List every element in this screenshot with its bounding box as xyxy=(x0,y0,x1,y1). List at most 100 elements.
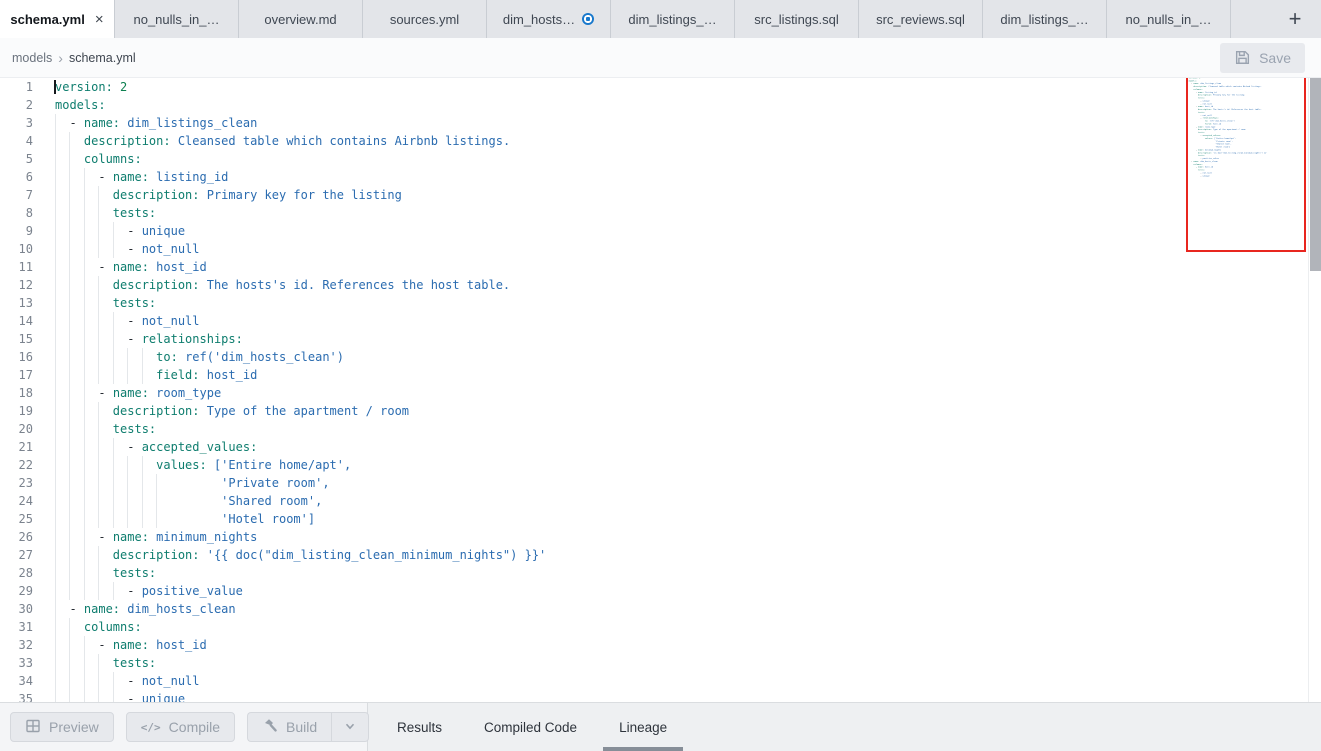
code-line[interactable]: 35 - unique xyxy=(0,690,1321,702)
line-number: 21 xyxy=(0,438,33,456)
file-tab-bar: schema.yml × no_nulls_in_… overview.md sourc… xyxy=(0,0,1321,38)
tab-label: dim_listings_… xyxy=(1000,12,1088,27)
code-editor[interactable]: 1version: 22models:3 - name: dim_listing… xyxy=(0,78,1321,702)
new-tab-button[interactable]: + xyxy=(1269,0,1321,38)
minimap-content: 1version: 22models:3 - name: dim_listing… xyxy=(1188,78,1306,177)
code-line[interactable]: 28 tests: xyxy=(0,564,1321,582)
close-icon[interactable]: × xyxy=(95,12,104,27)
code-line[interactable]: 29 - positive_value xyxy=(0,582,1321,600)
tab-results[interactable]: Results xyxy=(397,703,442,751)
code-line[interactable]: 7 description: Primary key for the listi… xyxy=(0,186,1321,204)
code-line[interactable]: 14 - not_null xyxy=(0,312,1321,330)
tab-dim-listings[interactable]: dim_listings_… xyxy=(611,0,735,38)
tab-dim-hosts[interactable]: dim_hosts… xyxy=(487,0,611,38)
compile-button[interactable]: </> Compile xyxy=(126,712,235,742)
dbt-ide-window: schema.yml × no_nulls_in_… overview.md sourc… xyxy=(0,0,1321,751)
code-line[interactable]: 23 'Private room', xyxy=(0,474,1321,492)
code-line[interactable]: 2models: xyxy=(0,96,1321,114)
tab-label: overview.md xyxy=(264,12,336,27)
code-line[interactable]: 18 - name: room_type xyxy=(0,384,1321,402)
code-line[interactable]: 34 - not_null xyxy=(0,672,1321,690)
tab-schema-yml[interactable]: schema.yml × xyxy=(0,0,115,38)
tab-src-listings-sql[interactable]: src_listings.sql xyxy=(735,0,859,38)
code-line[interactable]: 13 tests: xyxy=(0,294,1321,312)
code-line[interactable]: 8 tests: xyxy=(0,204,1321,222)
code-line[interactable]: 33 tests: xyxy=(0,654,1321,672)
tab-label: no_nulls_in_… xyxy=(133,12,219,27)
code-line[interactable]: 24 'Shared room', xyxy=(0,492,1321,510)
modified-dot-icon xyxy=(582,13,594,25)
code-lines: 1version: 22models:3 - name: dim_listing… xyxy=(0,78,1321,702)
build-dropdown-button[interactable] xyxy=(331,712,369,742)
result-panel-tabs: Results Compiled Code Lineage xyxy=(397,703,667,751)
floppy-disk-icon xyxy=(1234,49,1251,66)
breadcrumb-item-models[interactable]: models xyxy=(12,51,52,65)
plus-icon: + xyxy=(1289,6,1302,32)
tab-compiled-code[interactable]: Compiled Code xyxy=(484,703,577,751)
tab-no-nulls-in[interactable]: no_nulls_in_… xyxy=(115,0,239,38)
line-number: 8 xyxy=(0,204,33,222)
line-number: 20 xyxy=(0,420,33,438)
preview-button[interactable]: Preview xyxy=(10,712,114,742)
code-line[interactable]: 27 description: '{{ doc("dim_listing_cle… xyxy=(0,546,1321,564)
code-line[interactable]: 17 field: host_id xyxy=(0,366,1321,384)
code-line[interactable]: 9 - unique xyxy=(0,222,1321,240)
code-line[interactable]: 22 values: ['Entire home/apt', xyxy=(0,456,1321,474)
line-number: 13 xyxy=(0,294,33,312)
code-line[interactable]: 30 - name: dim_hosts_clean xyxy=(0,600,1321,618)
line-number: 25 xyxy=(0,510,33,528)
preview-button-label: Preview xyxy=(49,719,99,735)
line-number: 1 xyxy=(0,78,33,96)
code-line[interactable]: 1version: 2 xyxy=(0,78,1321,96)
code-line[interactable]: 16 to: ref('dim_hosts_clean') xyxy=(0,348,1321,366)
code-line[interactable]: 26 - name: minimum_nights xyxy=(0,528,1321,546)
code-line[interactable]: 11 - name: host_id xyxy=(0,258,1321,276)
save-button-label: Save xyxy=(1259,50,1291,66)
code-line[interactable]: 3 - name: dim_listings_clean xyxy=(0,114,1321,132)
build-button[interactable]: Build xyxy=(247,712,331,742)
scrollbar-thumb[interactable] xyxy=(1310,78,1321,271)
tab-no-nulls-in[interactable]: no_nulls_in_… xyxy=(1107,0,1231,38)
tab-lineage[interactable]: Lineage xyxy=(619,703,667,751)
line-number: 32 xyxy=(0,636,33,654)
code-line[interactable]: 19 description: Type of the apartment / … xyxy=(0,402,1321,420)
build-button-label: Build xyxy=(286,719,317,735)
line-number: 19 xyxy=(0,402,33,420)
compile-button-label: Compile xyxy=(169,719,220,735)
line-number: 9 xyxy=(0,222,33,240)
line-number: 30 xyxy=(0,600,33,618)
tab-src-reviews-sql[interactable]: src_reviews.sql xyxy=(859,0,983,38)
tab-sources-yml[interactable]: sources.yml xyxy=(363,0,487,38)
code-line[interactable]: 15 - relationships: xyxy=(0,330,1321,348)
code-line[interactable]: 12 description: The hosts's id. Referenc… xyxy=(0,276,1321,294)
line-number: 3 xyxy=(0,114,33,132)
code-line[interactable]: 10 - not_null xyxy=(0,240,1321,258)
build-split-button: Build xyxy=(247,712,369,742)
tab-label: sources.yml xyxy=(390,12,459,27)
line-number: 7 xyxy=(0,186,33,204)
tab-dim-listings[interactable]: dim_listings_… xyxy=(983,0,1107,38)
tab-label: schema.yml xyxy=(10,12,84,27)
code-line[interactable]: 20 tests: xyxy=(0,420,1321,438)
save-button[interactable]: Save xyxy=(1220,43,1305,73)
code-line[interactable]: 5 columns: xyxy=(0,150,1321,168)
code-line[interactable]: 32 - name: host_id xyxy=(0,636,1321,654)
code-line[interactable]: 21 - accepted_values: xyxy=(0,438,1321,456)
code-line[interactable]: 4 description: Cleansed table which cont… xyxy=(0,132,1321,150)
line-number: 6 xyxy=(0,168,33,186)
minimap[interactable]: 1version: 22models:3 - name: dim_listing… xyxy=(1186,78,1306,252)
line-number: 5 xyxy=(0,150,33,168)
line-number: 2 xyxy=(0,96,33,114)
code-line[interactable]: 25 'Hotel room'] xyxy=(0,510,1321,528)
code-line[interactable]: 31 columns: xyxy=(0,618,1321,636)
table-grid-icon xyxy=(25,718,41,737)
code-line[interactable]: 6 - name: listing_id xyxy=(0,168,1321,186)
line-number: 28 xyxy=(0,564,33,582)
breadcrumb-item-schema-yml: schema.yml xyxy=(69,51,136,65)
line-number: 22 xyxy=(0,456,33,474)
line-number: 14 xyxy=(0,312,33,330)
line-number: 34 xyxy=(0,672,33,690)
tab-overview-md[interactable]: overview.md xyxy=(239,0,363,38)
line-number: 18 xyxy=(0,384,33,402)
line-number: 35 xyxy=(0,690,33,702)
